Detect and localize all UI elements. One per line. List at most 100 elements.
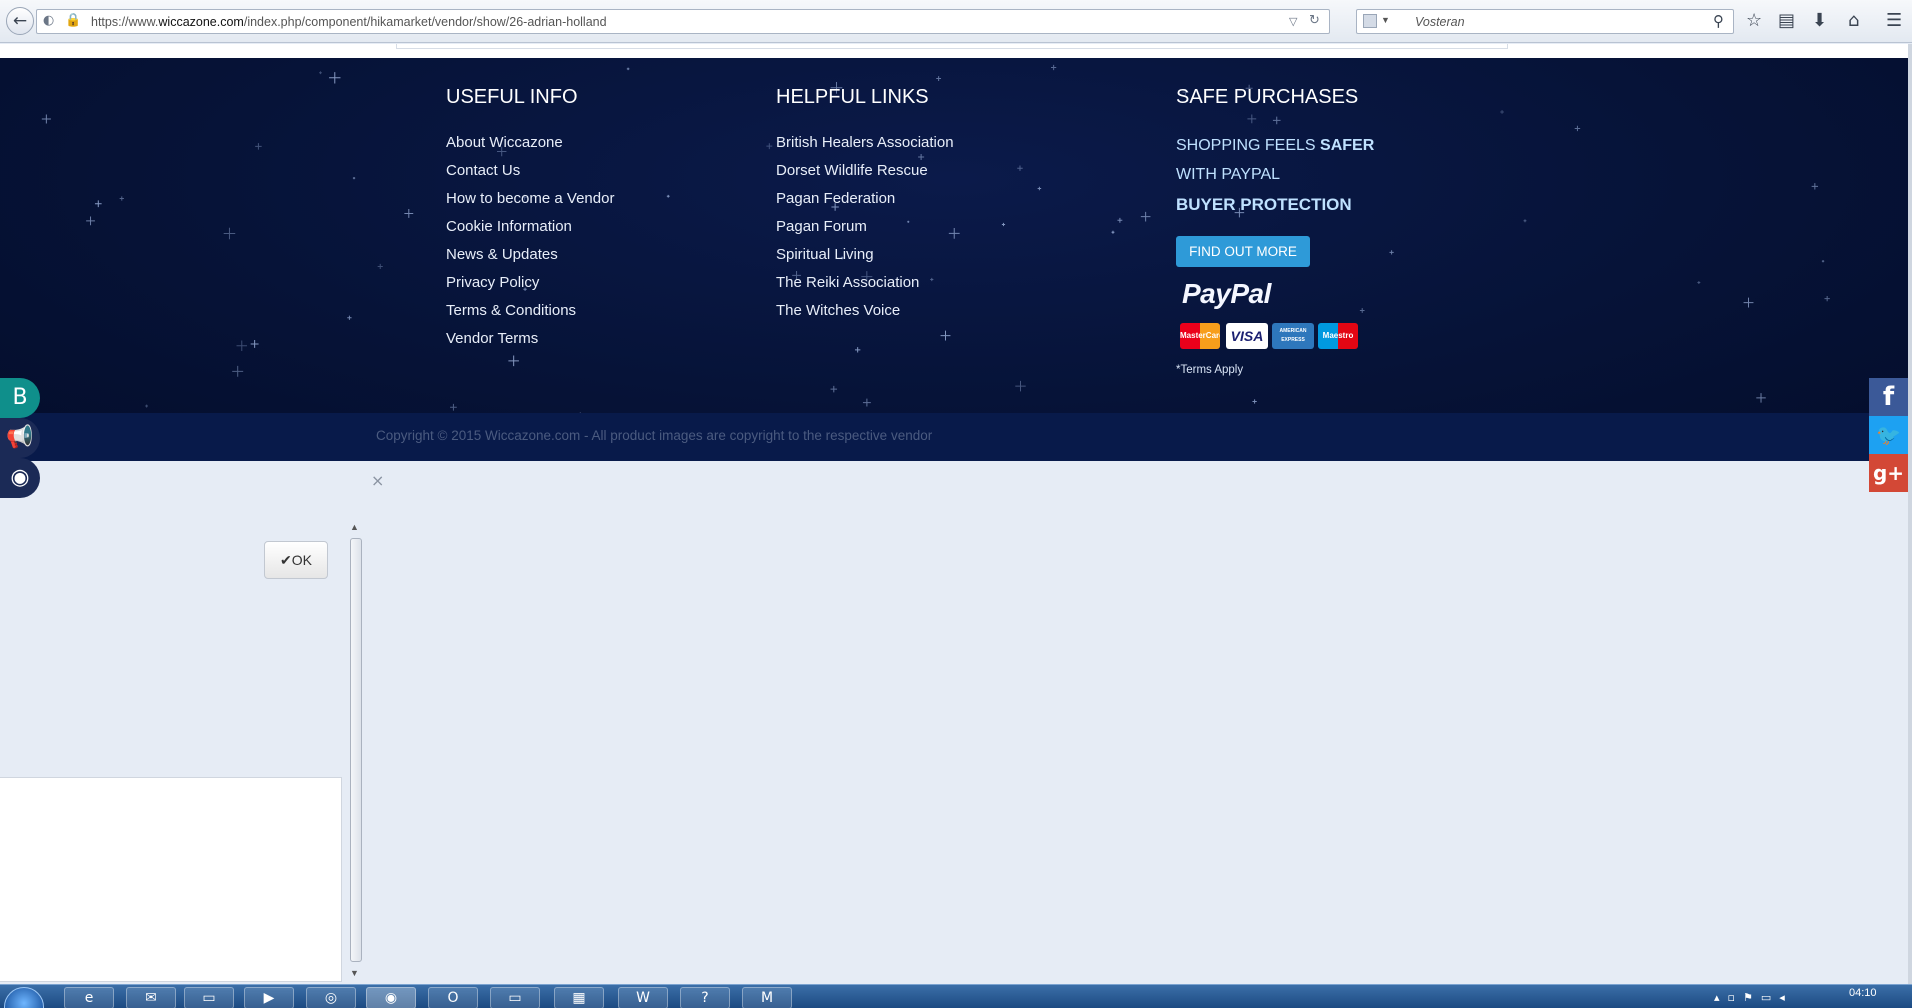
link-privacy-policy[interactable]: Privacy Policy (446, 274, 539, 291)
star-decoration (377, 263, 383, 270)
link-terms-conditions[interactable]: Terms & Conditions (446, 302, 576, 319)
archive-icon[interactable]: ▦ (554, 987, 604, 1008)
star-decoration (236, 340, 248, 352)
star-decoration (450, 403, 457, 411)
search-icon[interactable]: ⚲ (1713, 12, 1724, 30)
star-decoration (1389, 250, 1394, 255)
reading-list-icon[interactable]: ▤ (1778, 10, 1795, 31)
link-news-updates[interactable]: News & Updates (446, 246, 558, 263)
twitter-icon[interactable]: 🐦 (1869, 416, 1908, 454)
link-about-wiccazone[interactable]: About Wiccazone (446, 134, 563, 151)
close-icon[interactable]: × (371, 471, 384, 490)
star-decoration (86, 216, 95, 226)
link-cookie-information[interactable]: Cookie Information (446, 218, 572, 235)
menu-icon[interactable]: ☰ (1886, 10, 1902, 31)
check-icon: ✔ (280, 552, 292, 568)
maestro-icon: Maestro (1318, 323, 1358, 349)
search-engine-dropdown-icon[interactable]: ▼ (1381, 15, 1390, 25)
search-input[interactable]: Vosteran (1415, 15, 1465, 29)
ok-label: OK (291, 552, 312, 568)
megaphone-icon[interactable]: 📢 (0, 418, 40, 458)
rss-icon[interactable]: ◉ (0, 458, 40, 498)
link-dorset-wildlife[interactable]: Dorset Wildlife Rescue (776, 162, 928, 179)
star-decoration (1117, 217, 1123, 223)
word-icon[interactable]: W (618, 987, 668, 1008)
star-decoration (666, 194, 670, 198)
file-explorer-icon[interactable]: ▭ (184, 987, 234, 1008)
page-scrollbar[interactable] (1908, 44, 1912, 984)
page-content-bottom (0, 44, 1908, 58)
star-decoration (918, 153, 925, 161)
star-decoration (250, 340, 259, 348)
help-icon[interactable]: ? (680, 987, 730, 1008)
clock[interactable]: 04:10 (1849, 987, 1877, 999)
content-box-edge (396, 44, 1508, 49)
scroll-up-icon[interactable]: ▲ (350, 522, 359, 532)
outlook-icon[interactable]: ✉ (126, 987, 176, 1008)
link-reiki-association[interactable]: The Reiki Association (776, 274, 919, 291)
media-player-icon[interactable]: ▶ (244, 987, 294, 1008)
back-icon[interactable]: ← (6, 7, 34, 35)
star-decoration (1697, 281, 1701, 284)
link-pagan-forum[interactable]: Pagan Forum (776, 218, 867, 235)
opera-icon[interactable]: O (428, 987, 478, 1008)
home-icon[interactable]: ⌂ (1848, 10, 1859, 31)
gmail-icon[interactable]: M (742, 987, 792, 1008)
ok-button[interactable]: ✔OK (264, 541, 328, 579)
start-button[interactable] (4, 987, 44, 1008)
star-decoration (862, 398, 871, 407)
blogger-icon[interactable]: B (0, 378, 40, 418)
link-become-vendor[interactable]: How to become a Vendor (446, 190, 614, 207)
star-decoration (41, 114, 51, 124)
star-decoration (1037, 186, 1042, 191)
star-decoration (1017, 165, 1023, 171)
scrollbar-thumb[interactable] (350, 538, 362, 962)
link-vendor-terms[interactable]: Vendor Terms (446, 330, 538, 347)
scroll-down-icon[interactable]: ▼ (350, 968, 359, 978)
copyright-text: Copyright © 2015 Wiccazone.com - All pro… (376, 428, 933, 443)
search-bar[interactable]: ▼ Vosteran ⚲ (1356, 9, 1734, 34)
useful-info-title: USEFUL INFO (446, 86, 578, 108)
lock-icon[interactable]: 🔒 (65, 13, 81, 28)
star-decoration (1015, 380, 1026, 392)
internet-explorer-icon[interactable]: e (64, 987, 114, 1008)
reload-icon[interactable]: ↻ (1309, 13, 1320, 28)
link-british-healers[interactable]: British Healers Association (776, 134, 954, 151)
starfield-background (41, 64, 1830, 454)
star-decoration (94, 200, 102, 208)
star-decoration (1247, 114, 1257, 124)
firefox-icon[interactable]: ◉ (366, 987, 416, 1008)
star-decoration (1756, 393, 1766, 403)
dropdown-icon[interactable]: ▽ (1289, 15, 1297, 28)
facebook-icon[interactable]: f (1869, 378, 1908, 416)
bookmark-star-icon[interactable]: ☆ (1746, 10, 1762, 31)
link-pagan-federation[interactable]: Pagan Federation (776, 190, 895, 207)
system-tray[interactable]: ▴▫⚑▭◂ (1714, 991, 1793, 1004)
copyright-bar: Copyright © 2015 Wiccazone.com - All pro… (0, 413, 1908, 461)
find-out-more-button[interactable]: FIND OUT MORE (1176, 236, 1310, 267)
star-decoration (1051, 64, 1057, 71)
paypal-logo: PayPal (1182, 278, 1271, 309)
download-icon[interactable]: ⬇ (1812, 10, 1827, 31)
link-witches-voice[interactable]: The Witches Voice (776, 302, 900, 319)
folder-icon[interactable]: ▭ (490, 987, 540, 1008)
modal-content-area (0, 777, 342, 982)
mastercard-icon: MasterCard (1180, 323, 1220, 349)
star-decoration (347, 315, 352, 320)
url-text[interactable]: https://www.wiccazone.com/index.php/comp… (91, 15, 607, 29)
google-plus-icon[interactable]: g+ (1869, 454, 1908, 492)
star-decoration (907, 220, 910, 223)
search-engine-icon[interactable] (1363, 14, 1377, 28)
star-decoration (830, 385, 838, 393)
link-spiritual-living[interactable]: Spiritual Living (776, 246, 874, 263)
star-decoration (766, 143, 773, 150)
url-bar[interactable]: ◐ 🔒 https://www.wiccazone.com/index.php/… (36, 9, 1330, 34)
modal-scrollbar[interactable]: ▲ ▼ (348, 522, 364, 980)
browser-toolbar: ← ◐ 🔒 https://www.wiccazone.com/index.ph… (0, 0, 1912, 43)
link-contact-us[interactable]: Contact Us (446, 162, 520, 179)
star-decoration (404, 209, 414, 218)
site-info-icon[interactable]: ◐ (43, 13, 54, 28)
star-decoration (255, 143, 262, 150)
chrome-icon[interactable]: ◎ (306, 987, 356, 1008)
terms-apply-link[interactable]: *Terms Apply (1176, 364, 1243, 376)
